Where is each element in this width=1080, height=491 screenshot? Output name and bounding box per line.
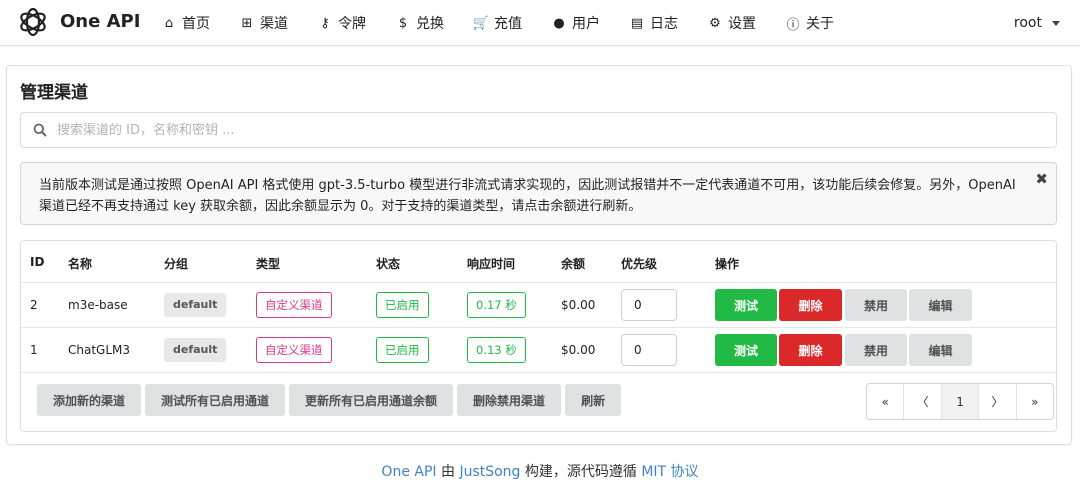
dropdown-caret-icon [1052,20,1060,26]
last-page-button[interactable]: » [1017,384,1053,419]
user-icon: ● [553,15,565,31]
group-badge: default [164,293,227,317]
nav-item[interactable]: $ 兑换 [394,0,472,46]
next-page-button[interactable]: 〉 [979,384,1017,419]
prev-page-button[interactable]: 〈 [904,384,942,419]
header-id: ID [30,255,45,269]
user-menu[interactable]: root [1014,0,1060,46]
notice-text: 当前版本测试是通过按照 OpenAI API 格式使用 gpt-3.5-turb… [39,178,1016,214]
book-icon: ▤ [630,15,644,31]
table-row: 1 ChatGLM3 default 自定义渠道 已启用 0.13 秒 $0.0… [21,328,1056,373]
nav-item-label: 关于 [806,16,834,32]
sitemap-icon: ⊞ [241,15,253,31]
table-header: ID 名称 分组 类型 状态 响应时间 余额 优先级 操作 [21,241,1056,283]
group-badge: default [164,338,227,362]
key-icon: ⚷ [320,15,330,31]
author-link[interactable]: JustSong [459,464,520,480]
first-page-button[interactable]: « [867,384,905,419]
nav-item[interactable]: ▤ 日志 [628,0,706,46]
search-input[interactable] [57,122,957,138]
header-status: 状态 [376,257,401,271]
top-navbar: One API ⌂ 首页 ⊞ 渠道 ⚷ 令牌 $ 兑换 🛒 充值 ● 用户 ▤ 日志 ⚙ 设置 ⓘ 关于 root [0,0,1080,46]
home-icon: ⌂ [164,15,174,31]
priority-input[interactable] [621,334,677,366]
channel-name: ChatGLM3 [68,343,131,357]
disable-button[interactable]: 禁用 [845,289,907,321]
status-badge: 已启用 [376,337,429,363]
close-icon[interactable]: ✖ [1035,169,1048,190]
type-badge: 自定义渠道 [256,292,332,318]
test-button[interactable]: 测试 [715,289,777,321]
channel-management-card: 管理渠道 当前版本测试是通过按照 OpenAI API 格式使用 gpt-3.5… [6,65,1072,445]
header-type: 类型 [256,257,281,271]
response-time-badge[interactable]: 0.13 秒 [467,337,526,363]
site-footer: One API 由 JustSong 构建，源代码遵循 MIT 协议 [0,461,1080,481]
table-row: 2 m3e-base default 自定义渠道 已启用 0.17 秒 $0.0… [21,283,1056,328]
header-group: 分组 [164,257,189,271]
edit-button[interactable]: 编辑 [909,289,972,321]
delete-disabled-button[interactable]: 删除禁用渠道 [457,384,562,416]
license-link[interactable]: MIT 协议 [641,464,698,480]
channel-id: 2 [30,298,38,312]
delete-button[interactable]: 删除 [779,334,842,366]
edit-button[interactable]: 编辑 [909,334,972,366]
header-priority: 优先级 [621,257,658,271]
username: root [1013,15,1042,31]
status-badge: 已启用 [376,292,429,318]
disable-button[interactable]: 禁用 [845,334,907,366]
nav-item[interactable]: ⊞ 渠道 [238,0,316,46]
nav-item-label: 渠道 [260,16,288,32]
channel-name: m3e-base [68,298,128,312]
openai-logo-icon[interactable] [16,5,50,39]
search-box[interactable] [20,112,1057,148]
header-balance: 余额 [561,257,586,271]
test-all-button[interactable]: 测试所有已启用通道 [145,384,286,416]
footer-text: 构建，源代码遵循 [520,464,642,480]
nav-item[interactable]: ⌂ 首页 [160,0,238,46]
update-balance-button[interactable]: 更新所有已启用通道余额 [289,384,454,416]
main-nav: ⌂ 首页 ⊞ 渠道 ⚷ 令牌 $ 兑换 🛒 充值 ● 用户 ▤ 日志 ⚙ 设置 ⓘ 关于 [160,0,844,46]
nav-item-label: 设置 [728,16,756,32]
header-name: 名称 [68,257,93,271]
delete-button[interactable]: 删除 [779,289,842,321]
header-response: 响应时间 [467,257,516,271]
nav-item-label: 首页 [182,16,210,32]
refresh-button[interactable]: 刷新 [565,384,622,416]
nav-item[interactable]: ● 用户 [550,0,628,46]
nav-item[interactable]: ⓘ 关于 [784,0,844,46]
info-notice: 当前版本测试是通过按照 OpenAI API 格式使用 gpt-3.5-turb… [20,162,1057,225]
current-page[interactable]: 1 [941,384,980,419]
nav-item-label: 兑换 [416,16,444,32]
gear-icon: ⚙ [709,15,721,31]
test-button[interactable]: 测试 [715,334,777,366]
nav-item-label: 用户 [572,16,600,32]
brand-name[interactable]: One API [60,11,140,32]
page-title: 管理渠道 [20,83,88,103]
info-icon: ⓘ [786,17,800,33]
table-footer-actions: 添加新的渠道 测试所有已启用通道 更新所有已启用通道余额 删除禁用渠道 刷新 [37,384,625,416]
response-time-badge[interactable]: 0.17 秒 [467,292,526,318]
nav-item-label: 令牌 [338,16,366,32]
footer-text: 由 [436,464,460,480]
nav-item-label: 日志 [650,16,678,32]
nav-item[interactable]: ⚷ 令牌 [316,0,394,46]
project-link[interactable]: One API [381,464,436,480]
nav-item-label: 充值 [494,16,522,32]
type-badge: 自定义渠道 [256,337,332,363]
nav-item[interactable]: ⚙ 设置 [706,0,784,46]
search-icon [33,123,47,137]
header-actions: 操作 [715,257,740,271]
balance-value[interactable]: $0.00 [561,298,595,312]
channel-id: 1 [30,343,38,357]
dollar-icon: $ [398,15,408,31]
cart-icon: 🛒 [472,15,490,31]
channels-table: ID 名称 分组 类型 状态 响应时间 余额 优先级 操作 2 m3e-base… [20,240,1057,432]
balance-value[interactable]: $0.00 [561,343,595,357]
priority-input[interactable] [621,289,677,321]
nav-item[interactable]: 🛒 充值 [472,0,550,46]
add-channel-button[interactable]: 添加新的渠道 [37,384,142,416]
pagination: « 〈 1 〉 » [866,383,1054,420]
